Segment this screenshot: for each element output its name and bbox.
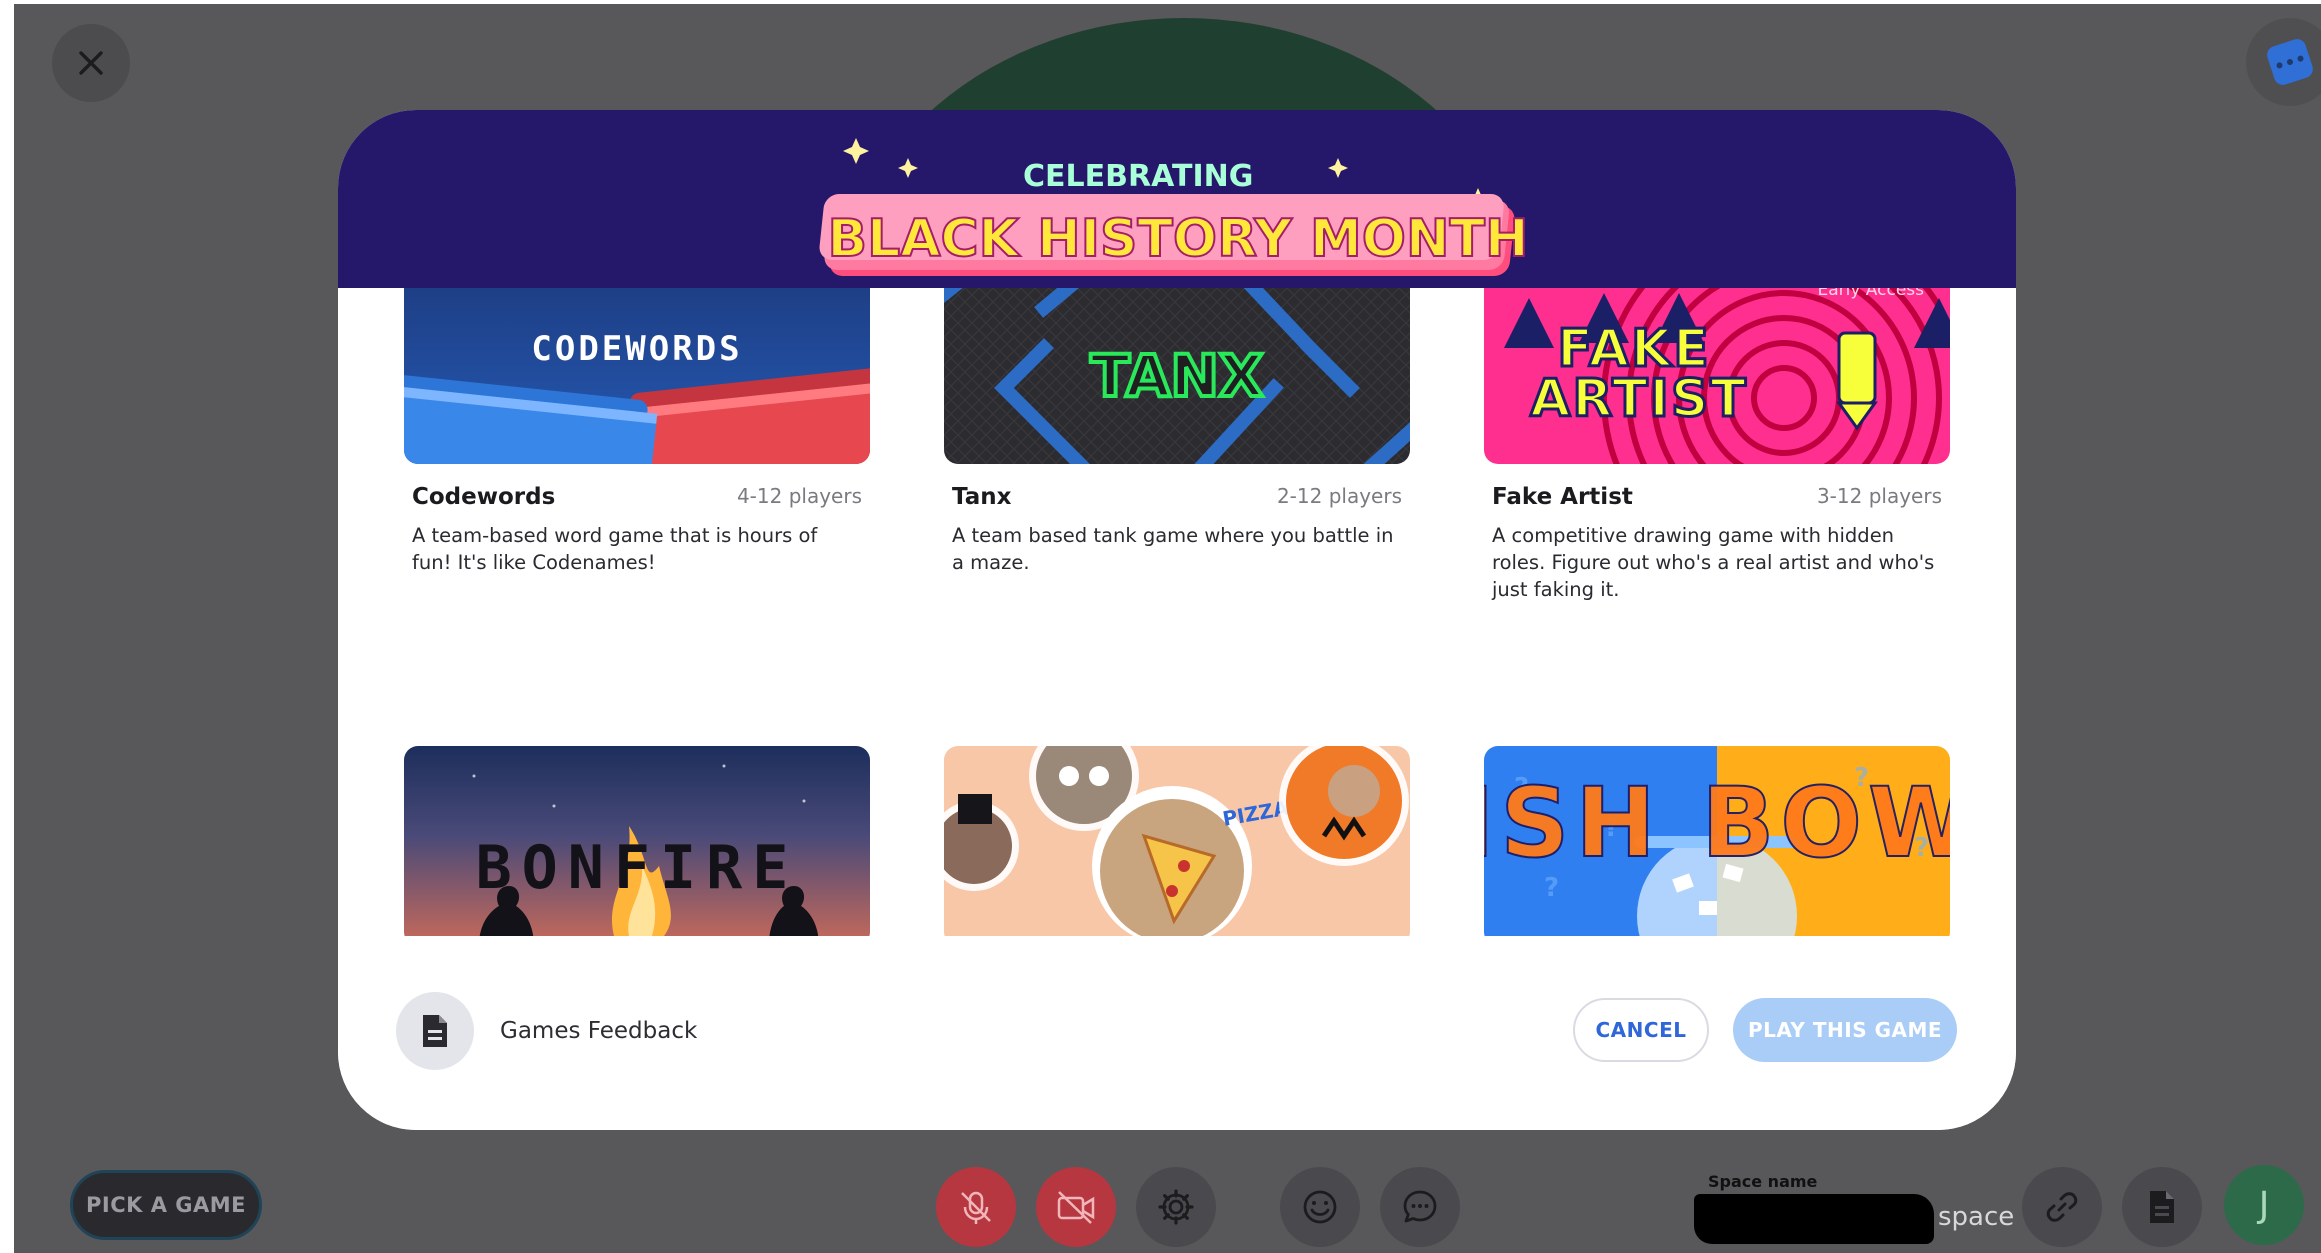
space-name-label: Space name: [1708, 1172, 1818, 1191]
event-banner: CELEBRATING BLACK HISTORY MONTH: [338, 110, 2016, 288]
game-name: Fake Artist: [1492, 484, 1633, 510]
document-icon: [423, 1015, 447, 1047]
fishbowl-thumb-title: FISH BOWL: [1484, 767, 1950, 879]
bonfire-thumbnail: BONFIRE: [404, 746, 870, 946]
mic-off-icon: [961, 1191, 991, 1224]
pick-a-game-button[interactable]: PICK A GAME: [70, 1170, 262, 1240]
game-grid: CODEWORDS Codewords 4-12 players A team-…: [338, 288, 2016, 1046]
notes-button[interactable]: [2122, 1167, 2202, 1247]
codewords-thumb-title: CODEWORDS: [531, 329, 742, 369]
feedback-label[interactable]: Games Feedback: [500, 1018, 697, 1044]
fake-artist-thumb-title-2: ARTIST: [1530, 369, 1748, 429]
banner-line1: CELEBRATING: [1023, 159, 1253, 194]
gear-icon: [1158, 1189, 1194, 1225]
codewords-cards-illustration: CODEWORDS: [404, 329, 870, 464]
mic-toggle-button[interactable]: [936, 1167, 1016, 1247]
tanx-maze-illustration: TANX: [944, 288, 1410, 464]
space-name-block: Space name space: [1690, 1168, 2030, 1253]
tanx-thumbnail: TANX: [944, 288, 1410, 464]
celebrating-black-history-month-logo: CELEBRATING BLACK HISTORY MONTH: [819, 138, 1529, 276]
game-players: 2-12 players: [1276, 484, 1402, 508]
play-this-game-button[interactable]: PLAY THIS GAME: [1733, 998, 1957, 1062]
fishbowl-thumbnail: ??? ?? FISH BOWL: [1484, 746, 1950, 946]
close-icon: [79, 51, 103, 75]
drawing-game-thumbnail: PIZZA LOL ~~~~~~~~~: [944, 746, 1410, 946]
dice-icon: [2264, 36, 2316, 88]
chat-button[interactable]: [1380, 1167, 1460, 1247]
camera-toggle-button[interactable]: [1036, 1167, 1116, 1247]
codewords-thumbnail: CODEWORDS: [404, 288, 870, 464]
drawing-game-illustration: PIZZA LOL ~~~~~~~~~: [944, 746, 1409, 946]
fake-artist-thumbnail: FAKE ARTIST Early Access: [1484, 288, 1950, 464]
game-menu-button[interactable]: [2246, 18, 2321, 106]
feedback-button[interactable]: [396, 992, 474, 1070]
game-players: 4-12 players: [736, 484, 862, 508]
bonfire-illustration: BONFIRE: [472, 764, 819, 946]
camera-off-icon: [1057, 1191, 1095, 1224]
game-description: A team-based word game that is hours of …: [412, 524, 818, 574]
space-name-suffix: space: [1938, 1202, 2015, 1232]
close-button[interactable]: [52, 24, 130, 102]
game-name: Codewords: [412, 484, 556, 510]
game-name: Tanx: [952, 484, 1012, 510]
bonfire-thumb-title: BONFIRE: [476, 833, 799, 903]
banner-line2: BLACK HISTORY MONTH: [828, 209, 1529, 269]
early-access-badge: Early Access: [1817, 288, 1924, 300]
document-icon: [2150, 1191, 2174, 1223]
game-players: 3-12 players: [1816, 484, 1942, 508]
game-description: A competitive drawing game with hidden r…: [1492, 524, 1935, 601]
emoji-icon: [1303, 1190, 1337, 1224]
modal-footer: Games Feedback CANCEL PLAY THIS GAME: [338, 936, 2016, 1130]
fishbowl-illustration: ??? ?? FISH BOWL: [1484, 763, 1950, 946]
cancel-button[interactable]: CANCEL: [1573, 998, 1709, 1062]
user-avatar[interactable]: J: [2224, 1165, 2304, 1245]
pick-game-modal: CELEBRATING BLACK HISTORY MONTH CODEWORD…: [338, 110, 2016, 1130]
tanx-thumb-title: TANX: [1090, 342, 1263, 410]
emoji-button[interactable]: [1280, 1167, 1360, 1247]
fake-artist-illustration: FAKE ARTIST: [1504, 288, 1950, 464]
settings-button[interactable]: [1136, 1167, 1216, 1247]
game-description: A team based tank game where you battle …: [952, 524, 1394, 574]
link-icon: [2046, 1192, 2078, 1222]
chat-icon: [1403, 1190, 1437, 1223]
copy-link-button[interactable]: [2022, 1167, 2102, 1247]
redacted-space-name: [1694, 1194, 1934, 1244]
